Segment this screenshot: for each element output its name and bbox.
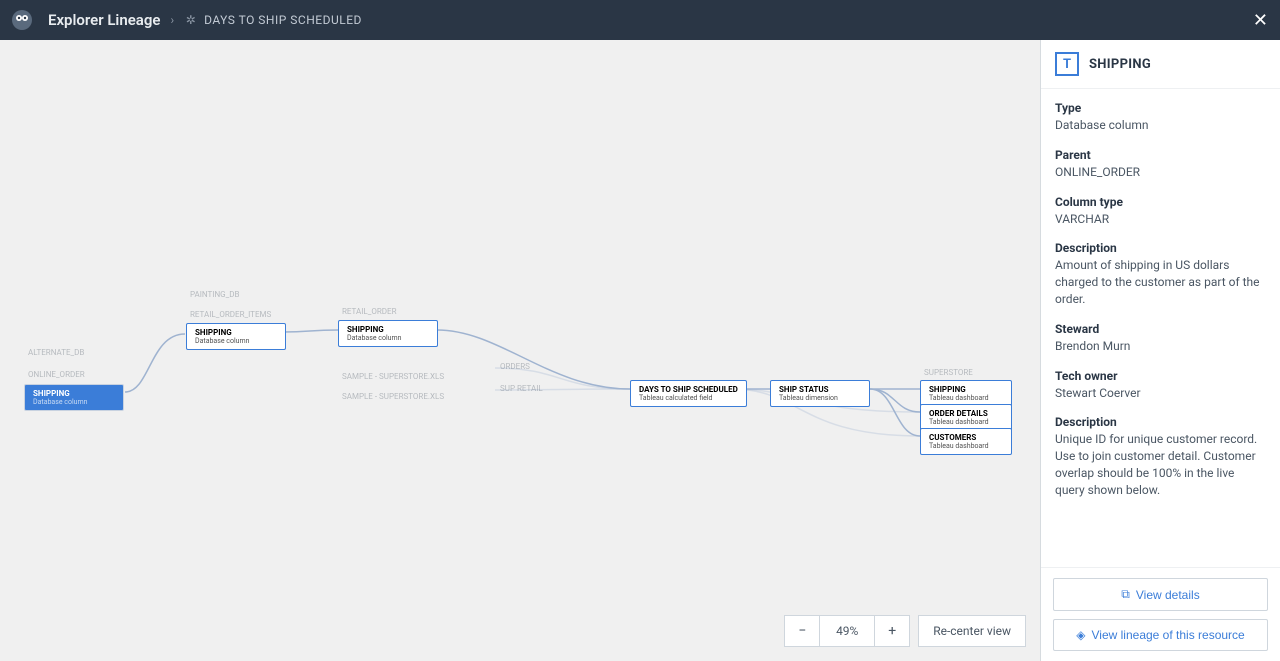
node-title: SHIP STATUS bbox=[779, 385, 861, 394]
button-label: View lineage of this resource bbox=[1092, 628, 1245, 642]
node-subtitle: Tableau dimension bbox=[779, 394, 861, 402]
node-title: DAYS TO SHIP SCHEDULED bbox=[639, 385, 738, 394]
lineage-node[interactable]: CUSTOMERS Tableau dashboard bbox=[920, 428, 1012, 455]
zoom-out-button[interactable]: − bbox=[784, 615, 820, 647]
group-label: ORDERS bbox=[500, 362, 530, 371]
field-label: Column type bbox=[1055, 195, 1266, 209]
node-title: SHIPPING bbox=[195, 328, 277, 337]
field-label: Description bbox=[1055, 415, 1266, 429]
view-lineage-button[interactable]: ◈ View lineage of this resource bbox=[1053, 619, 1268, 651]
zoom-percent: 49% bbox=[820, 615, 874, 647]
recenter-button[interactable]: Re-center view bbox=[918, 615, 1026, 647]
node-subtitle: Tableau dashboard bbox=[929, 394, 1003, 402]
field-parent: Parent ONLINE_ORDER bbox=[1055, 148, 1266, 181]
column-type-icon: T bbox=[1055, 52, 1079, 76]
group-label: SUPERSTORE bbox=[924, 368, 973, 377]
main-layout: ALTERNATE_DB ONLINE_ORDER SHIPPING Datab… bbox=[0, 40, 1280, 661]
lineage-node[interactable]: SHIPPING Database column bbox=[186, 323, 286, 350]
lineage-node[interactable]: SHIP STATUS Tableau dimension bbox=[770, 380, 870, 407]
node-title: ORDER DETAILS bbox=[929, 409, 1003, 418]
group-label: ONLINE_ORDER bbox=[28, 370, 85, 379]
group-label: RETAIL_ORDER_ITEMS bbox=[190, 310, 271, 319]
sidebar-footer: ⧉ View details ◈ View lineage of this re… bbox=[1041, 567, 1280, 661]
node-subtitle: Tableau dashboard bbox=[929, 442, 1003, 450]
group-label: RETAIL_ORDER bbox=[342, 307, 397, 316]
breadcrumb-label: DAYS TO SHIP SCHEDULED bbox=[204, 13, 362, 27]
lineage-icon: ◈ bbox=[1076, 628, 1085, 642]
breadcrumb[interactable]: ✲ DAYS TO SHIP SCHEDULED bbox=[184, 13, 362, 27]
zoom-in-button[interactable]: + bbox=[874, 615, 910, 647]
node-subtitle: Tableau calculated field bbox=[639, 394, 738, 402]
sidebar-header: T SHIPPING bbox=[1041, 40, 1280, 89]
field-value: VARCHAR bbox=[1055, 211, 1266, 228]
group-label: PAINTING_DB bbox=[190, 290, 239, 299]
lineage-node[interactable]: SHIPPING Tableau dashboard bbox=[920, 380, 1012, 407]
field-type: Type Database column bbox=[1055, 101, 1266, 134]
node-subtitle: Database column bbox=[33, 398, 115, 406]
sidebar-body: Type Database column Parent ONLINE_ORDER… bbox=[1041, 89, 1280, 567]
node-title: SHIPPING bbox=[33, 389, 115, 398]
node-title: SHIPPING bbox=[347, 325, 429, 334]
details-sidebar: T SHIPPING Type Database column Parent O… bbox=[1040, 40, 1280, 661]
field-value: Database column bbox=[1055, 117, 1266, 134]
node-title: CUSTOMERS bbox=[929, 433, 1003, 442]
node-title: SHIPPING bbox=[929, 385, 1003, 394]
app-logo-icon bbox=[12, 10, 32, 30]
close-icon[interactable]: ✕ bbox=[1253, 10, 1268, 31]
group-label: SUP RETAIL bbox=[500, 384, 543, 393]
lineage-edges bbox=[0, 40, 1040, 661]
lineage-node[interactable]: ORDER DETAILS Tableau dashboard bbox=[920, 404, 1012, 431]
app-header: Explorer Lineage › ✲ DAYS TO SHIP SCHEDU… bbox=[0, 0, 1280, 40]
group-label: ALTERNATE_DB bbox=[28, 348, 84, 357]
field-label: Type bbox=[1055, 101, 1266, 115]
view-details-button[interactable]: ⧉ View details bbox=[1053, 578, 1268, 611]
button-label: View details bbox=[1136, 588, 1200, 602]
field-label: Tech owner bbox=[1055, 369, 1266, 383]
field-column-type: Column type VARCHAR bbox=[1055, 195, 1266, 228]
field-description-2: Description Unique ID for unique custome… bbox=[1055, 415, 1266, 498]
field-value: ONLINE_ORDER bbox=[1055, 164, 1266, 181]
lineage-node[interactable]: SHIPPING Database column bbox=[338, 320, 438, 347]
field-steward: Steward Brendon Murn bbox=[1055, 322, 1266, 355]
lineage-node-selected[interactable]: SHIPPING Database column bbox=[24, 384, 124, 411]
sidebar-title: SHIPPING bbox=[1089, 57, 1151, 72]
zoom-group: − 49% + bbox=[784, 615, 910, 647]
chevron-right-icon: › bbox=[170, 13, 174, 27]
field-value: Stewart Coerver bbox=[1055, 385, 1266, 402]
node-subtitle: Tableau dashboard bbox=[929, 418, 1003, 426]
node-subtitle: Database column bbox=[347, 334, 429, 342]
field-description: Description Amount of shipping in US dol… bbox=[1055, 241, 1266, 307]
field-label: Steward bbox=[1055, 322, 1266, 336]
field-value: Brendon Murn bbox=[1055, 338, 1266, 355]
field-value: Unique ID for unique customer record. Us… bbox=[1055, 431, 1266, 498]
field-label: Parent bbox=[1055, 148, 1266, 162]
page-title: Explorer Lineage bbox=[48, 11, 160, 29]
field-value: Amount of shipping in US dollars charged… bbox=[1055, 257, 1266, 307]
node-subtitle: Database column bbox=[195, 337, 277, 345]
field-tech-owner: Tech owner Stewart Coerver bbox=[1055, 369, 1266, 402]
external-link-icon: ⧉ bbox=[1121, 587, 1130, 602]
lineage-canvas[interactable]: ALTERNATE_DB ONLINE_ORDER SHIPPING Datab… bbox=[0, 40, 1040, 661]
lineage-node-focus[interactable]: DAYS TO SHIP SCHEDULED Tableau calculate… bbox=[630, 380, 747, 407]
group-label: SAMPLE - SUPERSTORE.XLS bbox=[342, 392, 444, 401]
group-label: SAMPLE - SUPERSTORE.XLS bbox=[342, 372, 444, 381]
field-label: Description bbox=[1055, 241, 1266, 255]
canvas-controls: − 49% + Re-center view bbox=[784, 615, 1026, 647]
target-icon: ✲ bbox=[184, 13, 198, 27]
